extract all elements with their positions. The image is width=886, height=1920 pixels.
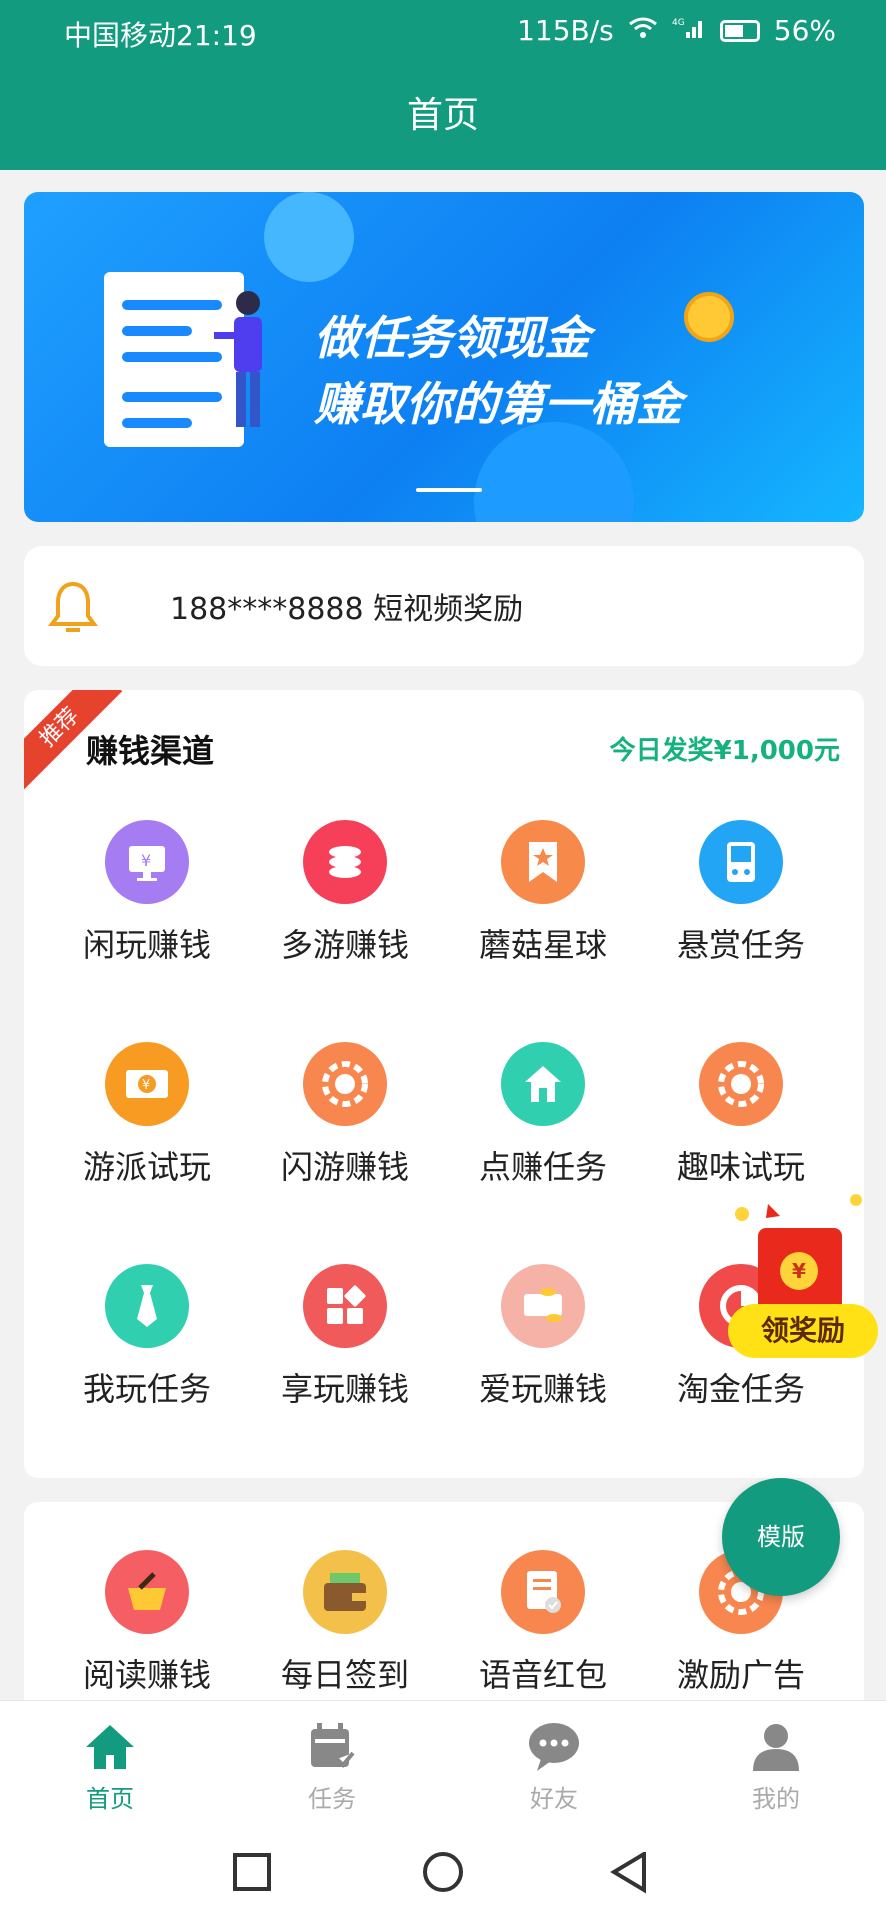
bell-icon <box>48 581 98 632</box>
basket-icon <box>105 1550 189 1634</box>
page-title: 首页 <box>0 62 886 170</box>
svg-text:¥: ¥ <box>142 1078 150 1093</box>
tab-label: 首页 <box>86 1785 134 1813</box>
status-right: 115B/s 4G 56% <box>517 14 836 47</box>
signal-icon: 4G <box>672 14 706 47</box>
bookmark-star-icon <box>501 820 585 904</box>
reward-float-button[interactable]: ¥ 领奖励 <box>728 1194 878 1364</box>
recent-apps-icon[interactable] <box>232 1852 272 1892</box>
home-icon <box>86 1725 134 1769</box>
person-icon <box>753 1724 799 1771</box>
wallet-icon <box>303 1550 387 1634</box>
channel-item[interactable]: 趣味试玩 <box>636 1042 846 1188</box>
tab-home[interactable]: 首页 <box>30 1719 190 1814</box>
status-bar: 中国移动21:19 115B/s 4G 56% <box>0 0 886 62</box>
notice-bar[interactable]: 188****8888 短视频奖励 <box>24 546 864 666</box>
channel-label: 点赚任务 <box>478 1148 607 1186</box>
banner-decoration <box>474 422 634 522</box>
channel-label: 爱玩赚钱 <box>478 1370 607 1408</box>
promo-banner[interactable]: 做任务领现金 赚取你的第一桶金 <box>24 192 864 522</box>
house-icon <box>501 1042 585 1126</box>
tab-label: 我的 <box>752 1785 800 1813</box>
tab-label: 好友 <box>530 1785 578 1813</box>
channel-label: 悬赏任务 <box>676 926 805 964</box>
tab-mine[interactable]: 我的 <box>696 1719 856 1814</box>
channel-label: 我玩任务 <box>82 1370 211 1408</box>
envelope-coin: ¥ <box>780 1252 818 1290</box>
channel-label: 蘑菇星球 <box>478 926 607 964</box>
channel-item[interactable]: 悬赏任务 <box>636 820 846 966</box>
cash-icon <box>501 1264 585 1348</box>
svg-text:¥: ¥ <box>141 851 151 870</box>
channel-label: 激励广告 <box>676 1656 805 1694</box>
tab-friends[interactable]: 好友 <box>474 1719 634 1814</box>
channel-label: 游派试玩 <box>82 1148 211 1186</box>
section-title: 赚钱渠道 <box>86 732 215 770</box>
chat-bubble-icon <box>529 1723 579 1771</box>
handheld-icon <box>699 820 783 904</box>
template-fab[interactable]: 模版 <box>722 1478 840 1596</box>
bottom-tab-bar: 首页 任务 好友 我的 <box>0 1700 886 1820</box>
channel-item[interactable]: 爱玩赚钱 <box>438 1264 648 1410</box>
channel-item[interactable]: 点赚任务 <box>438 1042 648 1188</box>
channel-item[interactable]: ¥ 游派试玩 <box>42 1042 252 1188</box>
tie-icon <box>105 1264 189 1348</box>
channel-label: 趣味试玩 <box>676 1148 805 1186</box>
notice-text: 188****8888 短视频奖励 <box>170 592 524 627</box>
carousel-indicator <box>416 488 482 492</box>
document-icon <box>501 1550 585 1634</box>
signal-label: 4G <box>672 18 685 28</box>
back-icon[interactable] <box>610 1852 650 1896</box>
battery-icon <box>719 19 760 42</box>
payout-text: 今日发奖¥1,000元 <box>609 736 840 766</box>
tab-tasks[interactable]: 任务 <box>252 1719 412 1814</box>
channel-item[interactable]: 多游赚钱 <box>240 820 450 966</box>
channel-label: 多游赚钱 <box>280 926 409 964</box>
channel-label: 语音红包 <box>478 1656 607 1694</box>
channel-label: 每日签到 <box>280 1656 409 1694</box>
banner-headline: 做任务领现金 <box>314 311 590 365</box>
home-button-icon[interactable] <box>421 1852 465 1896</box>
tab-label: 任务 <box>308 1785 356 1813</box>
yen-card-icon: ¥ <box>105 1042 189 1126</box>
channel-label: 淘金任务 <box>676 1370 805 1408</box>
banner-subheadline: 赚取你的第一桶金 <box>314 377 682 431</box>
channel-item[interactable]: ¥ 闲玩赚钱 <box>42 820 252 966</box>
channel-item[interactable]: 享玩赚钱 <box>240 1264 450 1410</box>
coin-icon <box>684 292 734 342</box>
coin-stack-icon <box>303 820 387 904</box>
banner-decoration <box>264 192 354 282</box>
channel-item[interactable]: 阅读赚钱 <box>42 1550 252 1696</box>
channel-label: 闪游赚钱 <box>280 1148 409 1186</box>
channel-label: 阅读赚钱 <box>82 1656 211 1694</box>
network-speed: 115B/s <box>517 14 614 47</box>
channel-label: 闲玩赚钱 <box>82 926 211 964</box>
chip-icon <box>303 1042 387 1126</box>
monitor-yen-icon: ¥ <box>105 820 189 904</box>
person-illustration <box>214 291 262 427</box>
channel-label: 享玩赚钱 <box>280 1370 409 1408</box>
channel-item[interactable]: 我玩任务 <box>42 1264 252 1410</box>
channel-item[interactable]: 闪游赚钱 <box>240 1042 450 1188</box>
channel-item[interactable]: 每日签到 <box>240 1550 450 1696</box>
carrier-time: 中国移动21:19 <box>64 19 257 52</box>
reward-label: 领奖励 <box>728 1304 878 1358</box>
chip-icon <box>699 1042 783 1126</box>
system-nav-bar <box>0 1820 886 1920</box>
calendar-check-icon <box>311 1723 355 1768</box>
battery-percent: 56% <box>773 14 836 47</box>
apps-icon <box>303 1264 387 1348</box>
channel-item[interactable]: 蘑菇星球 <box>438 820 648 966</box>
channel-item[interactable]: 语音红包 <box>438 1550 648 1696</box>
wifi-icon <box>628 14 658 47</box>
